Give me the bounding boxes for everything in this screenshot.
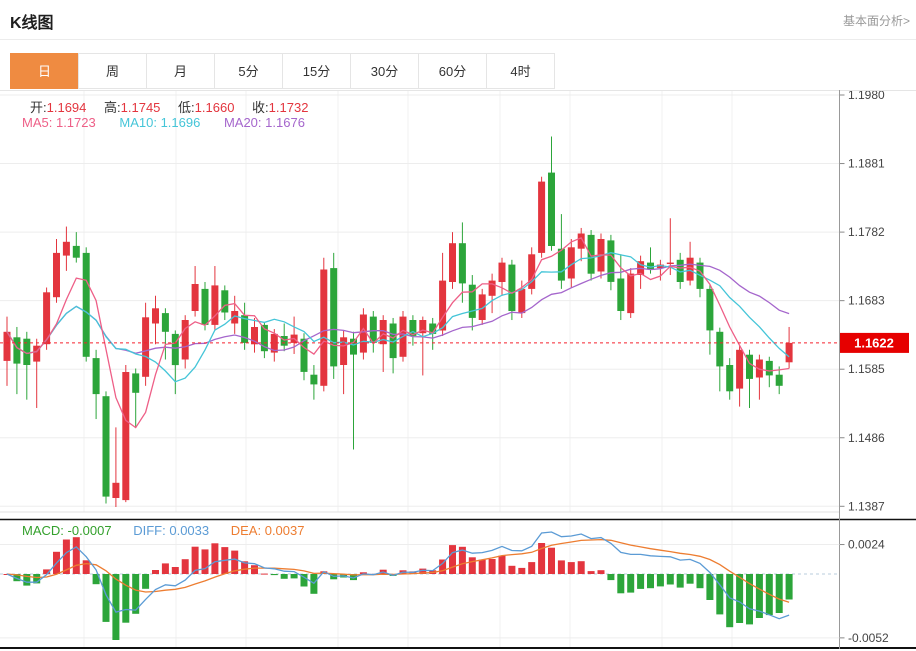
high-label: 高: [104,100,121,115]
diff-label: DIFF: [133,523,166,538]
dea-value: 0.0037 [265,523,305,538]
price-tick-label: 1.1683 [848,294,885,308]
macd-label: MACD: [22,523,64,538]
ma10-line [7,253,789,382]
period-tabbar: 日 周 月 5分 15分 30分 60分 4时 [10,53,555,89]
macd-bar: MACD: -0.0007 DIFF: 0.0033 DEA: 0.0037 [22,523,304,538]
ma20-line [7,264,789,353]
price-tick-label: 1.1486 [848,431,885,445]
tab-30min[interactable]: 30分 [350,53,419,89]
diff-value: 0.0033 [169,523,209,538]
close-label: 收: [252,100,269,115]
macd-tick-label: -0.0052 [848,631,889,645]
low-value: 1.1660 [195,100,235,115]
tab-month[interactable]: 月 [146,53,215,89]
open-value: 1.1694 [47,100,87,115]
ohlc-bar: 开:1.1694 高:1.1745 低:1.1660 收:1.1732 [30,97,322,116]
macd-tick-label: 0.0024 [848,538,885,552]
price-tick-label: 1.1782 [848,225,885,239]
low-label: 低: [178,100,195,115]
ma10-value: 1.1696 [161,115,201,130]
tab-week[interactable]: 周 [78,53,147,89]
price-tick-label: 1.1387 [848,499,885,513]
widget-header: K线图 基本面分析> [0,0,916,40]
ma20-label: MA20: [224,115,262,130]
candles [4,137,793,507]
ma-bar: MA5: 1.1723 MA10: 1.1696 MA20: 1.1676 [22,115,305,130]
open-label: 开: [30,100,47,115]
ma20-value: 1.1676 [265,115,305,130]
price-tick-label: 1.1585 [848,362,885,376]
page-title: K线图 [10,9,54,33]
macd-value: -0.0007 [68,523,112,538]
svg-text:1.1622: 1.1622 [854,335,894,350]
current-price-badge: 1.1622 [840,333,909,353]
ma10-label: MA10: [119,115,157,130]
ma5-value: 1.1723 [56,115,96,130]
ma5-label: MA5: [22,115,52,130]
price-tick-label: 1.1881 [848,157,885,171]
high-value: 1.1745 [121,100,161,115]
tab-15min[interactable]: 15分 [282,53,351,89]
vertical-gridlines [84,90,732,647]
close-value: 1.1732 [269,100,309,115]
dea-label: DEA: [231,523,261,538]
tab-day[interactable]: 日 [10,53,79,89]
kline-widget: K线图 基本面分析> 日 周 月 5分 15分 30分 60分 4时 1.198… [0,0,916,651]
tab-4hour[interactable]: 4时 [486,53,555,89]
tab-60min[interactable]: 60分 [418,53,487,89]
tab-5min[interactable]: 5分 [214,53,283,89]
fundamental-analysis-link[interactable]: 基本面分析> [843,12,910,29]
